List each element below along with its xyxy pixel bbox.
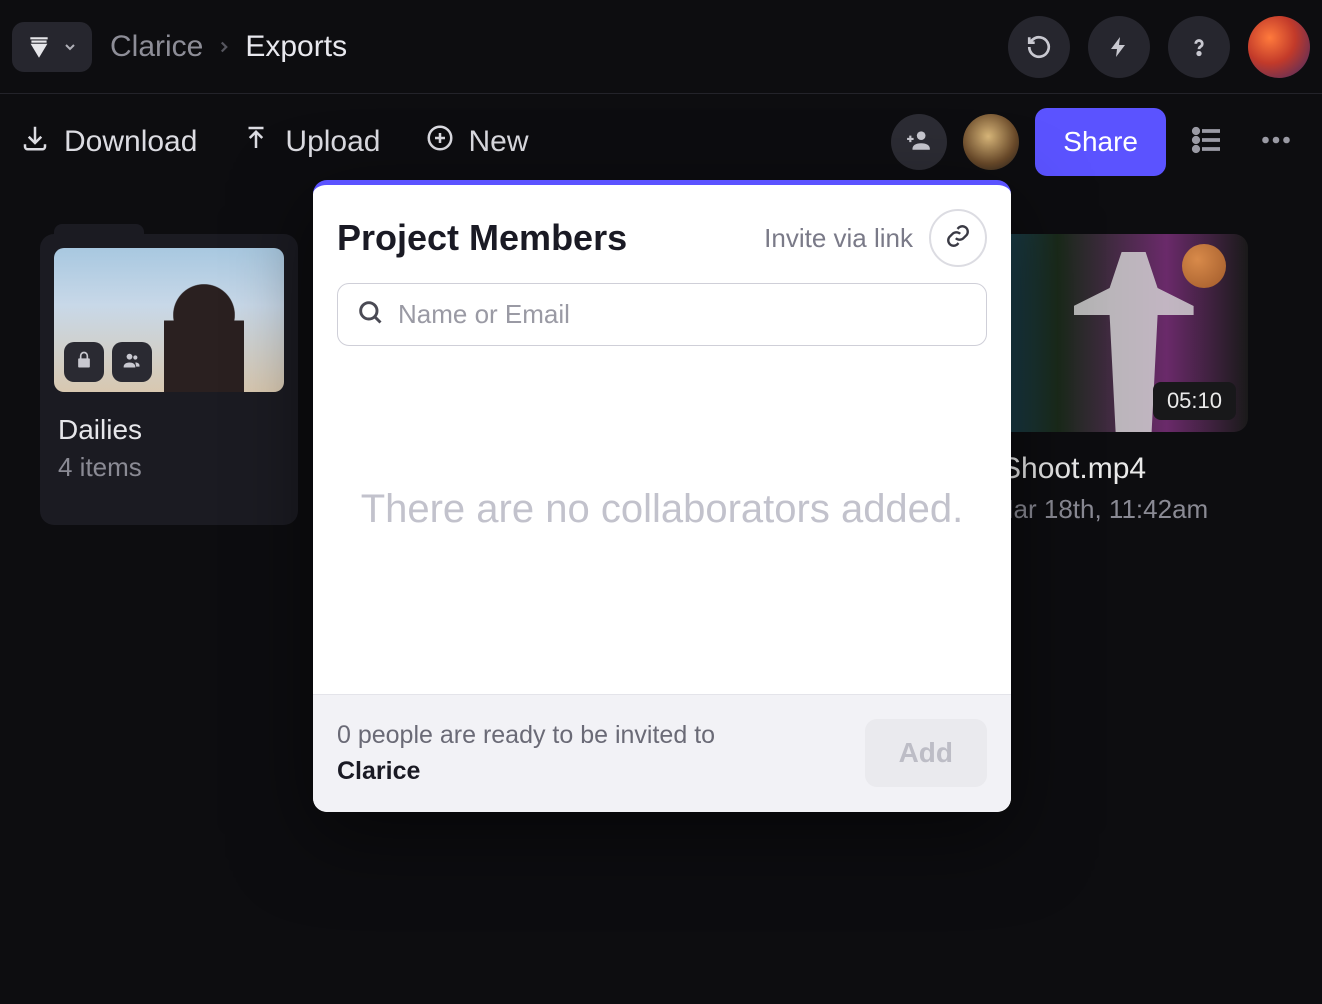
modal-search-row	[313, 283, 1011, 364]
member-search-box[interactable]	[337, 283, 987, 346]
empty-state-text: There are no collaborators added.	[361, 482, 964, 536]
footer-prefix: 0 people are ready to be invited to	[337, 721, 715, 749]
add-button[interactable]: Add	[865, 719, 987, 787]
modal-footer: 0 people are ready to be invited to Clar…	[313, 694, 1011, 812]
footer-text: 0 people are ready to be invited to Clar…	[337, 717, 715, 790]
invite-group: Invite via link	[764, 209, 987, 267]
search-icon	[356, 298, 384, 331]
modal-header: Project Members Invite via link	[313, 185, 1011, 283]
modal-body: There are no collaborators added.	[313, 364, 1011, 694]
project-members-modal: Project Members Invite via link	[313, 180, 1011, 812]
copy-link-button[interactable]	[929, 209, 987, 267]
invite-via-link-button[interactable]: Invite via link	[764, 223, 913, 254]
member-search-input[interactable]	[398, 299, 968, 330]
modal-title: Project Members	[337, 217, 627, 259]
footer-project-name: Clarice	[337, 757, 420, 785]
link-icon	[945, 223, 971, 254]
